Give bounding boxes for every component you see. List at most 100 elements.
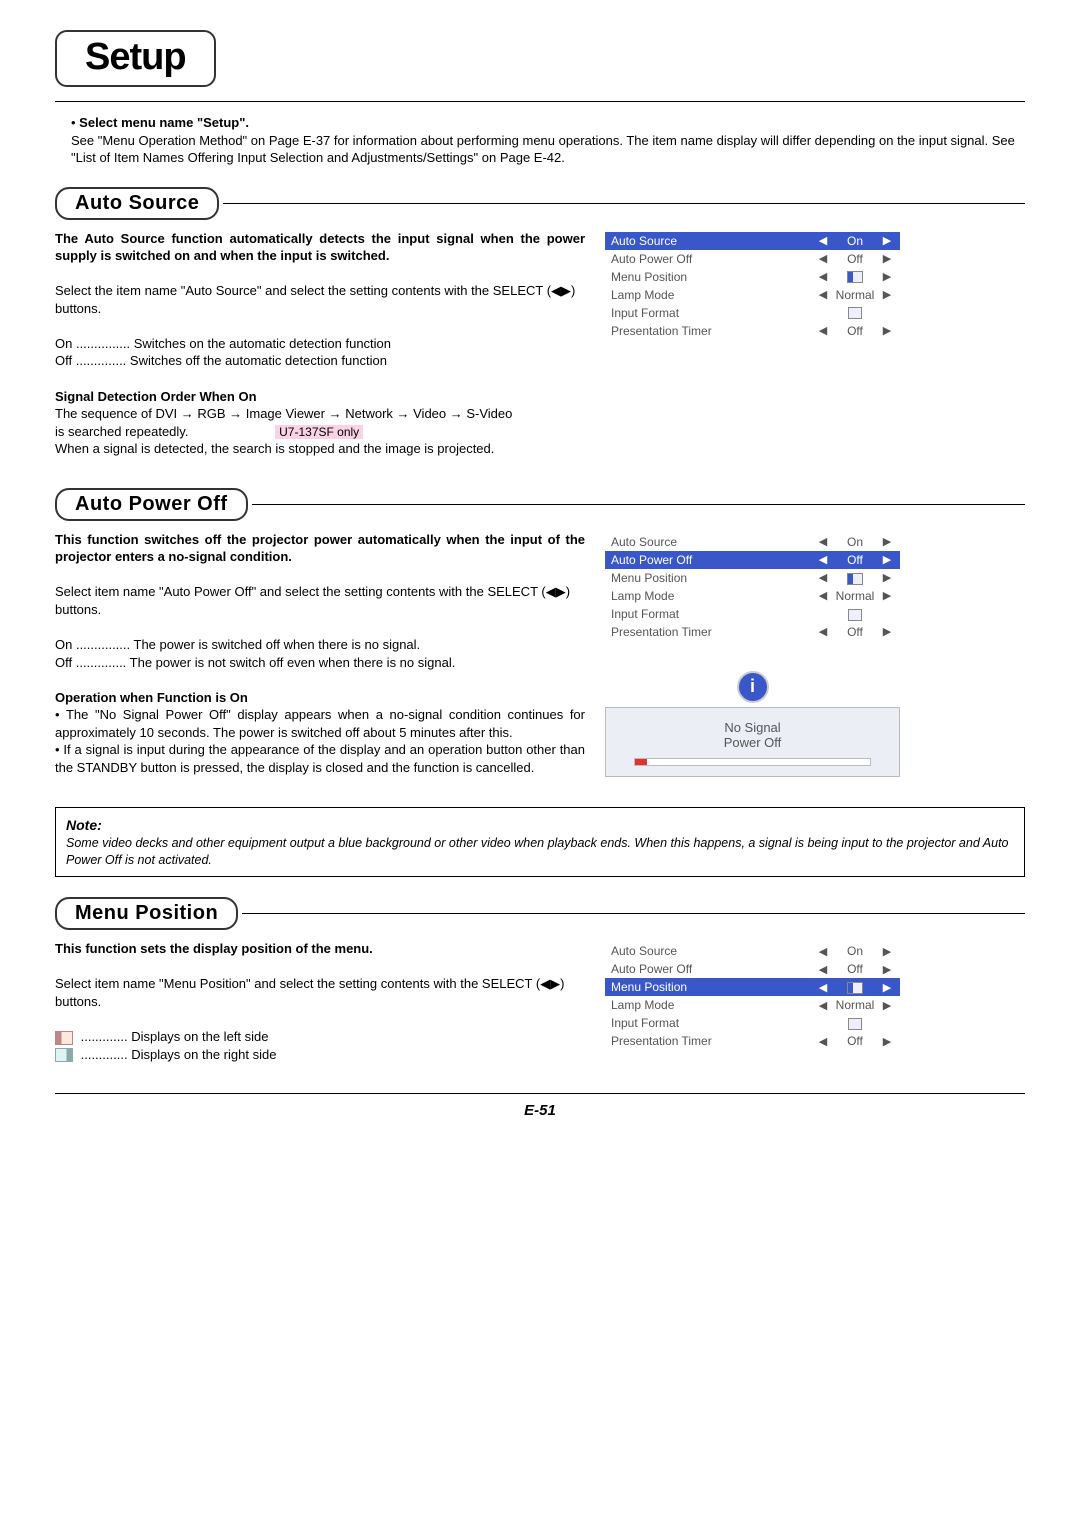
osd-menu-label: Auto Power Off [611, 252, 816, 266]
osd-menu-row: Auto Source◀On▶ [605, 942, 900, 960]
triangle-left-icon: ◀ [816, 999, 830, 1012]
osd-menu-value: On [830, 535, 880, 549]
page-number: E-51 [55, 1102, 1025, 1119]
osd-menu-label: Presentation Timer [611, 1034, 816, 1048]
auto-power-off-text: This function switches off the projector… [55, 531, 585, 777]
osd-menu-row: Lamp Mode◀Normal▶ [605, 587, 900, 605]
divider [223, 203, 1025, 204]
osd-menu-label: Input Format [611, 607, 816, 621]
triangle-right-icon: ▶ [880, 981, 894, 994]
osd-menu-value [830, 571, 880, 585]
osd-menu-row: Lamp Mode◀Normal▶ [605, 996, 900, 1014]
intro-block: • Select menu name "Setup". See "Menu Op… [71, 114, 1025, 167]
osd-menu-value [830, 306, 880, 320]
apo-bold: This function switches off the projector… [55, 531, 585, 566]
mp-bold: This function sets the display position … [55, 940, 585, 958]
mp-instruction: Select item name "Menu Position" and sel… [55, 975, 585, 1010]
triangle-left-icon: ◀ [816, 945, 830, 958]
osd-menu-value: On [830, 944, 880, 958]
auto-source-bold: The Auto Source function automatically d… [55, 230, 585, 265]
osd-menu-value: Normal [830, 288, 880, 302]
section-header-row: Auto Power Off [55, 488, 1025, 521]
osd-menu-value: Off [830, 962, 880, 976]
triangle-right-icon: ▶ [880, 625, 894, 638]
triangle-right-icon: ▶ [880, 288, 894, 301]
triangle-right-icon: ▶ [880, 571, 894, 584]
section-heading-menu-position: Menu Position [55, 897, 238, 930]
section-heading-auto-source: Auto Source [55, 187, 219, 220]
triangle-right-icon: ▶ [880, 1035, 894, 1048]
right-desc: Displays on the right side [131, 1047, 276, 1062]
apo-off-label: Off [55, 655, 72, 670]
on-label: On [55, 336, 72, 351]
model-tag: U7-137SF only [275, 425, 363, 439]
section-header-row: Menu Position [55, 897, 1025, 930]
triangle-right-icon: ▶ [880, 999, 894, 1012]
triangle-left-icon: ◀ [816, 252, 830, 265]
triangle-left-icon: ◀ [816, 589, 830, 602]
osd-menu-label: Lamp Mode [611, 589, 816, 603]
osd-menu-label: Lamp Mode [611, 998, 816, 1012]
triangle-left-icon: ◀ [816, 324, 830, 337]
note-body: Some video decks and other equipment out… [66, 835, 1014, 869]
osd-menu-row: Menu Position◀▶ [605, 569, 900, 587]
osd-menu-label: Input Format [611, 1016, 816, 1030]
osd-menu-menu-position: Auto Source◀On▶Auto Power Off◀Off▶Menu P… [605, 942, 900, 1050]
osd-menu-value: Normal [830, 589, 880, 603]
osd-menu-row: Auto Power Off◀Off▶ [605, 551, 900, 569]
divider [252, 504, 1025, 505]
triangle-right-icon: ▶ [880, 589, 894, 602]
menu-position-text: This function sets the display position … [55, 940, 585, 1063]
left-desc: Displays on the left side [131, 1029, 268, 1044]
auto-source-instruction: Select the item name "Auto Source" and s… [55, 282, 585, 317]
triangle-left-icon: ◀ [816, 1035, 830, 1048]
osd-menu-row: Presentation Timer◀Off▶ [605, 623, 900, 641]
osd-menu-auto-source: Auto Source◀On▶Auto Power Off◀Off▶Menu P… [605, 232, 900, 340]
triangle-left-icon: ◀ [816, 625, 830, 638]
osd-menu-value [830, 980, 880, 994]
select-icon [848, 609, 862, 621]
divider [55, 1093, 1025, 1094]
divider [55, 101, 1025, 102]
osd-menu-row: Menu Position◀▶ [605, 268, 900, 286]
osd-menu-row: Menu Position◀▶ [605, 978, 900, 996]
section-header-row: Auto Source [55, 187, 1025, 220]
on-desc: Switches on the automatic detection func… [134, 336, 391, 351]
osd-menu-value: On [830, 234, 880, 248]
osd-menu-value [830, 1016, 880, 1030]
op-bullet-2: If a signal is input during the appearan… [55, 742, 585, 775]
triangle-left-icon: ◀ [816, 288, 830, 301]
osd-menu-row: Presentation Timer◀Off▶ [605, 322, 900, 340]
triangle-left-icon: ◀ [816, 963, 830, 976]
osd-menu-value [830, 607, 880, 621]
osd-menu-value: Normal [830, 998, 880, 1012]
triangle-right-icon: ▶ [880, 963, 894, 976]
triangle-right-icon: ▶ [880, 324, 894, 337]
intro-bullet: Select menu name "Setup". [79, 115, 249, 130]
triangle-right-icon: ▶ [880, 945, 894, 958]
osd-menu-row: Auto Power Off◀Off▶ [605, 250, 900, 268]
osd-menu-row: Input Format [605, 1014, 900, 1032]
triangle-right-icon: ▶ [880, 553, 894, 566]
osd-menu-value: Off [830, 553, 880, 567]
osd-menu-row: Presentation Timer◀Off▶ [605, 1032, 900, 1050]
triangle-right-icon: ▶ [880, 252, 894, 265]
select-icon [848, 1018, 862, 1030]
no-signal-line2: Power Off [606, 735, 899, 750]
auto-source-text: The Auto Source function automatically d… [55, 230, 585, 458]
osd-menu-auto-power-off: Auto Source◀On▶Auto Power Off◀Off▶Menu P… [605, 533, 900, 641]
osd-menu-label: Presentation Timer [611, 625, 816, 639]
osd-menu-label: Auto Source [611, 944, 816, 958]
osd-menu-row: Auto Power Off◀Off▶ [605, 960, 900, 978]
no-signal-dialog: i No Signal Power Off [605, 671, 900, 777]
page-title-box: Setup [55, 30, 216, 87]
osd-menu-value [830, 270, 880, 284]
osd-menu-row: Input Format [605, 605, 900, 623]
osd-menu-label: Auto Power Off [611, 962, 816, 976]
divider [242, 913, 1025, 914]
osd-menu-label: Presentation Timer [611, 324, 816, 338]
signal-sequence: The sequence of DVI → RGB → Image Viewer… [55, 406, 512, 421]
osd-menu-row: Auto Source◀On▶ [605, 232, 900, 250]
triangle-left-icon: ◀ [816, 553, 830, 566]
no-signal-line1: No Signal [606, 720, 899, 735]
